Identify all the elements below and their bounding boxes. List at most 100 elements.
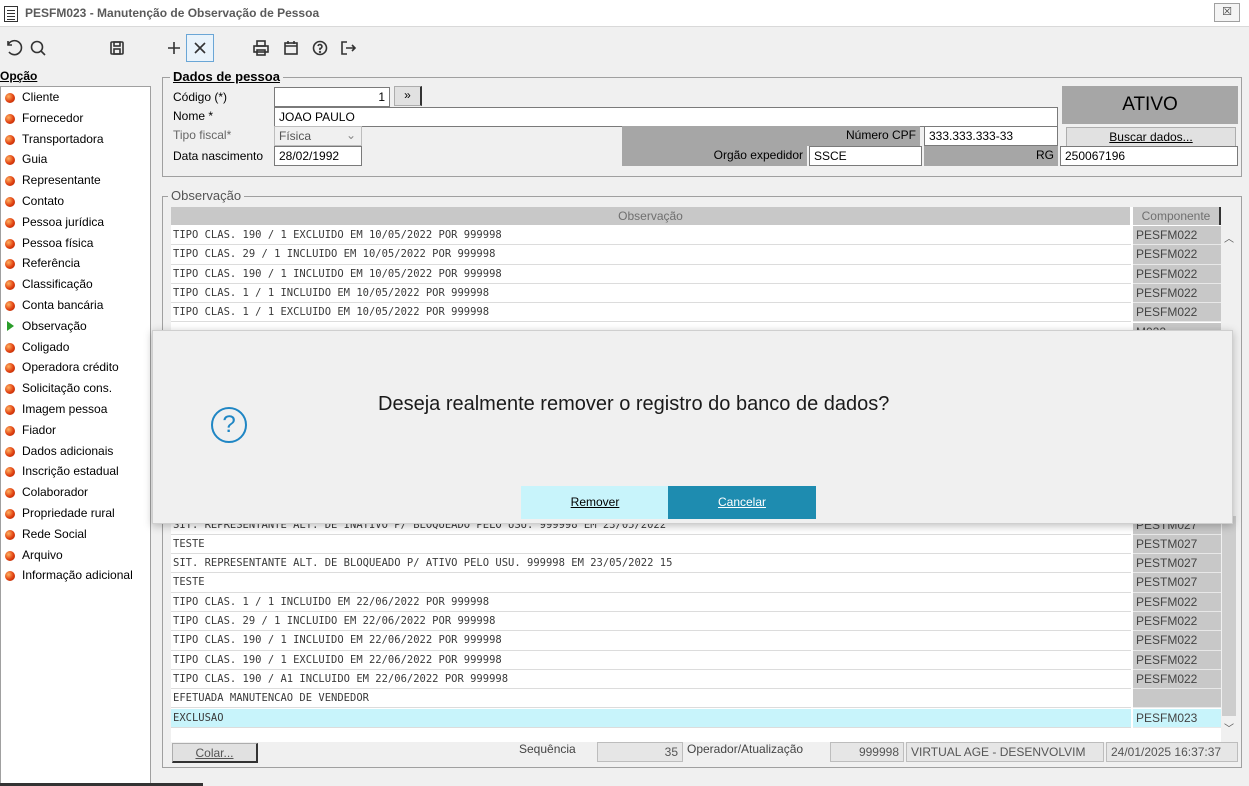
codigo-search-button[interactable]: » bbox=[394, 86, 422, 106]
opcao-item[interactable]: Transportadora bbox=[1, 129, 150, 150]
observacao-cell[interactable]: EFETUADA MANUTENCAO DE VENDEDOR bbox=[171, 689, 1131, 709]
exit-icon[interactable] bbox=[334, 34, 362, 62]
observacao-cell[interactable]: TIPO CLAS. 1 / 1 INCLUIDO EM 22/06/2022 … bbox=[171, 593, 1131, 612]
table-row[interactable]: EFETUADA MANUTENCAO DE VENDEDOR bbox=[171, 689, 1221, 709]
table-row[interactable]: TIPO CLAS. 29 / 1 INCLUIDO EM 22/06/2022… bbox=[171, 612, 1221, 632]
observacao-cell[interactable]: SIT. REPRESENTANTE ALT. DE BLOQUEADO P/ … bbox=[171, 554, 1131, 574]
componente-cell[interactable]: PESFM022 bbox=[1133, 650, 1221, 670]
remover-button[interactable]: Remover bbox=[521, 486, 669, 519]
scroll-up-icon[interactable]: ︿ bbox=[1221, 232, 1237, 248]
opcao-item[interactable]: Classificação bbox=[1, 274, 150, 295]
opcao-item[interactable]: Colaborador bbox=[1, 482, 150, 503]
opcao-item[interactable]: Referência bbox=[1, 253, 150, 274]
opcao-item[interactable]: Pessoa física bbox=[1, 233, 150, 254]
opcao-item-label: Propriedade rural bbox=[22, 505, 115, 520]
opcao-item[interactable]: Imagem pessoa bbox=[1, 399, 150, 420]
cpf-field[interactable]: 333.333.333-33 bbox=[924, 126, 1058, 146]
close-button[interactable]: ☒ bbox=[1214, 3, 1240, 22]
componente-cell[interactable]: PESFM022 bbox=[1133, 245, 1221, 265]
componente-cell[interactable]: PESFM022 bbox=[1133, 283, 1221, 304]
scroll-down-icon[interactable]: ﹀ bbox=[1221, 722, 1237, 738]
table-row[interactable]: SIT. REPRESENTANTE ALT. DE BLOQUEADO P/ … bbox=[171, 554, 1221, 574]
opcao-item[interactable]: Solicitação cons. bbox=[1, 378, 150, 399]
opcao-item[interactable]: Informação adicional bbox=[1, 565, 150, 586]
opcao-item[interactable]: Arquivo bbox=[1, 545, 150, 566]
add-icon[interactable] bbox=[160, 34, 188, 62]
opcao-item[interactable]: Observação bbox=[1, 316, 150, 337]
tipo-fiscal-select[interactable]: Física ⌄ bbox=[274, 126, 362, 146]
cancelar-button[interactable]: Cancelar bbox=[668, 486, 816, 519]
table-row[interactable]: TESTE PESTM027 bbox=[171, 573, 1221, 593]
observacao-cell[interactable]: TIPO CLAS. 190 / 1 EXCLUIDO EM 10/05/202… bbox=[171, 226, 1131, 246]
rg-field[interactable]: 250067196 bbox=[1060, 146, 1238, 166]
data-nascimento-field[interactable]: 28/02/1992 bbox=[274, 146, 362, 166]
componente-cell[interactable]: PESTM027 bbox=[1133, 573, 1221, 593]
componente-cell[interactable]: PESFM022 bbox=[1133, 264, 1221, 284]
observacao-cell[interactable]: TIPO CLAS. 1 / 1 INCLUIDO EM 10/05/2022 … bbox=[171, 284, 1131, 304]
opcao-item[interactable]: Representante bbox=[1, 170, 150, 191]
opcao-item[interactable]: Propriedade rural bbox=[1, 503, 150, 524]
opcao-item[interactable]: Guia bbox=[1, 149, 150, 170]
componente-cell[interactable]: PESFM022 bbox=[1133, 631, 1221, 651]
opcao-item[interactable]: Pessoa jurídica bbox=[1, 212, 150, 233]
componente-cell[interactable]: PESTM027 bbox=[1133, 534, 1221, 555]
table-row[interactable]: TIPO CLAS. 190 / 1 INCLUIDO EM 10/05/202… bbox=[171, 264, 1221, 284]
componente-cell[interactable]: PESFM022 bbox=[1133, 669, 1221, 690]
observacao-cell[interactable]: TESTE bbox=[171, 535, 1131, 555]
buscar-dados-button[interactable]: Buscar dados... bbox=[1066, 127, 1236, 147]
componente-cell[interactable]: PESFM023 bbox=[1133, 708, 1221, 728]
bullet-icon bbox=[5, 134, 15, 145]
componente-cell[interactable]: PESFM022 bbox=[1133, 612, 1221, 632]
componente-cell[interactable]: PESTM027 bbox=[1133, 554, 1221, 574]
column-header-componente[interactable]: Componente bbox=[1133, 207, 1221, 225]
opcao-item[interactable]: Dados adicionais bbox=[1, 441, 150, 462]
observacao-cell[interactable]: EXCLUSAO bbox=[171, 708, 1131, 728]
componente-cell[interactable] bbox=[1133, 689, 1221, 709]
observacao-cell[interactable]: TIPO CLAS. 29 / 1 INCLUIDO EM 22/06/2022… bbox=[171, 612, 1131, 632]
search-icon[interactable] bbox=[24, 34, 52, 62]
componente-cell[interactable]: PESFM022 bbox=[1133, 303, 1221, 323]
componente-cell[interactable]: PESFM022 bbox=[1133, 226, 1221, 246]
table-row[interactable]: TIPO CLAS. 190 / A1 INCLUIDO EM 22/06/20… bbox=[171, 669, 1221, 690]
observacao-cell[interactable]: TIPO CLAS. 29 / 1 INCLUIDO EM 10/05/2022… bbox=[171, 245, 1131, 265]
observacao-cell[interactable]: TIPO CLAS. 1 / 1 EXCLUIDO EM 10/05/2022 … bbox=[171, 303, 1131, 323]
colar-button[interactable]: Colar... bbox=[172, 743, 258, 763]
table-row[interactable]: TESTE PESTM027 bbox=[171, 534, 1221, 555]
opcao-item[interactable]: Fiador bbox=[1, 420, 150, 441]
help-icon[interactable] bbox=[306, 34, 334, 62]
save-icon[interactable] bbox=[103, 34, 131, 62]
opcao-item[interactable]: Inscrição estadual bbox=[1, 461, 150, 482]
opcao-item[interactable]: Rede Social bbox=[1, 524, 150, 545]
table-row[interactable]: TIPO CLAS. 29 / 1 INCLUIDO EM 10/05/2022… bbox=[171, 245, 1221, 265]
opcao-item[interactable]: Cliente bbox=[1, 87, 150, 108]
calendar-icon[interactable] bbox=[277, 34, 305, 62]
column-header-observacao[interactable]: Observação bbox=[171, 207, 1131, 225]
opcao-item[interactable]: Fornecedor bbox=[1, 108, 150, 129]
opcao-item[interactable]: Coligado bbox=[1, 337, 150, 358]
observacao-cell[interactable]: TESTE bbox=[171, 573, 1131, 593]
table-row[interactable]: TIPO CLAS. 190 / 1 INCLUIDO EM 22/06/202… bbox=[171, 631, 1221, 651]
observacao-cell[interactable]: TIPO CLAS. 190 / A1 INCLUIDO EM 22/06/20… bbox=[171, 670, 1131, 690]
opcao-item[interactable]: Conta bancária bbox=[1, 295, 150, 316]
table-row[interactable]: EXCLUSAO PESFM023 bbox=[171, 708, 1221, 728]
table-row[interactable]: TIPO CLAS. 190 / 1 EXCLUIDO EM 10/05/202… bbox=[171, 226, 1221, 246]
opcao-item[interactable]: Contato bbox=[1, 191, 150, 212]
opcao-item-label: Contato bbox=[22, 193, 65, 208]
opcao-item-label: Solicitação cons. bbox=[22, 381, 113, 396]
observacao-cell[interactable]: TIPO CLAS. 190 / 1 INCLUIDO EM 22/06/202… bbox=[171, 631, 1131, 651]
table-row[interactable]: TIPO CLAS. 1 / 1 INCLUIDO EM 10/05/2022 … bbox=[171, 283, 1221, 304]
orgao-expedidor-label: Orgão expedidor bbox=[622, 146, 807, 166]
componente-cell[interactable]: PESFM022 bbox=[1133, 592, 1221, 612]
nome-field[interactable]: JOAO PAULO bbox=[274, 107, 1058, 127]
table-row[interactable]: TIPO CLAS. 1 / 1 INCLUIDO EM 22/06/2022 … bbox=[171, 592, 1221, 612]
opcao-item[interactable]: Operadora crédito bbox=[1, 357, 150, 378]
codigo-field[interactable]: 1 bbox=[274, 87, 390, 107]
print-icon[interactable] bbox=[247, 34, 275, 62]
table-row[interactable]: TIPO CLAS. 190 / 1 EXCLUIDO EM 22/06/202… bbox=[171, 650, 1221, 670]
delete-icon[interactable] bbox=[186, 34, 214, 62]
observacao-cell[interactable]: TIPO CLAS. 190 / 1 INCLUIDO EM 10/05/202… bbox=[171, 265, 1131, 284]
scrollbar-thumb[interactable] bbox=[1222, 516, 1236, 716]
observacao-cell[interactable]: TIPO CLAS. 190 / 1 EXCLUIDO EM 22/06/202… bbox=[171, 651, 1131, 670]
orgao-expedidor-field[interactable]: SSCE bbox=[809, 146, 922, 166]
table-row[interactable]: TIPO CLAS. 1 / 1 EXCLUIDO EM 10/05/2022 … bbox=[171, 303, 1221, 323]
